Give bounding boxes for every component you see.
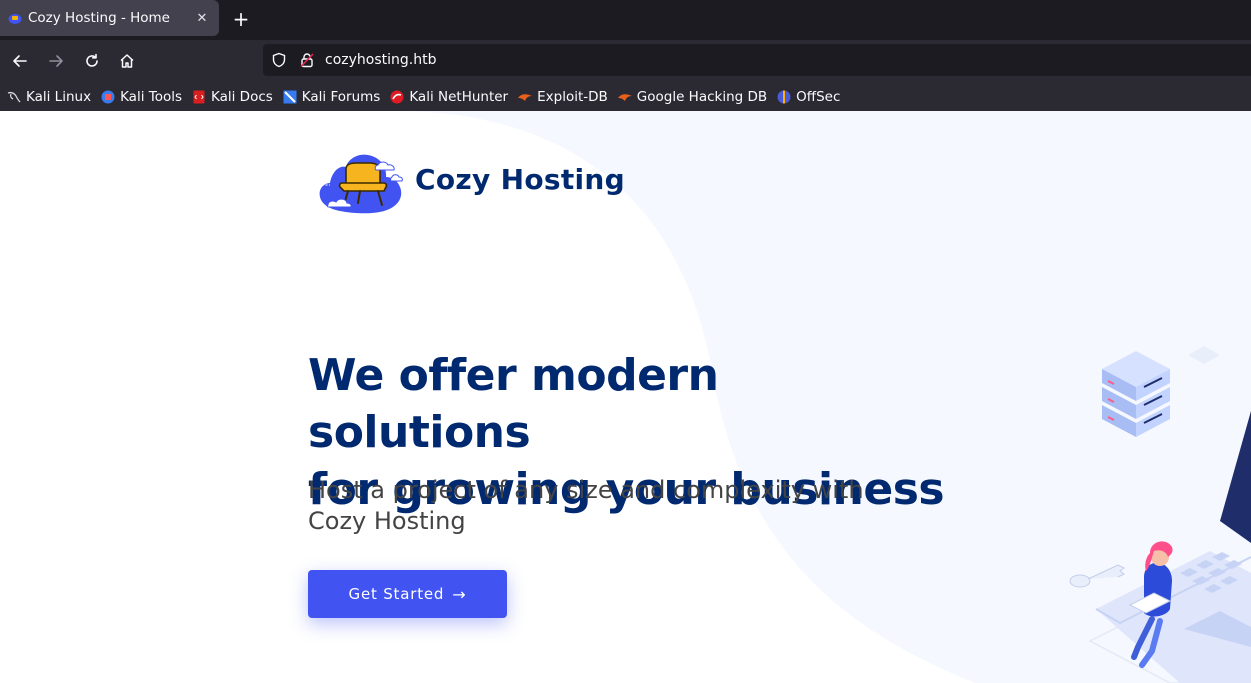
back-icon[interactable] xyxy=(5,46,35,76)
get-started-label: Get Started xyxy=(348,585,445,603)
exploit-db-icon xyxy=(517,89,533,105)
insecure-lock-icon[interactable] xyxy=(299,52,315,68)
kali-dragon-icon xyxy=(6,89,22,105)
offsec-icon xyxy=(776,89,792,105)
tracking-shield-icon[interactable] xyxy=(271,52,287,68)
kali-docs-icon xyxy=(191,89,207,105)
ghdb-icon xyxy=(617,89,633,105)
hero-illustration xyxy=(1069,346,1251,683)
hero-subtitle: Host a project of any size and complexit… xyxy=(308,476,864,535)
bookmark-google-hacking-db[interactable]: Google Hacking DB xyxy=(617,89,767,105)
web-page: Cozy Hosting We offer modern solutions f… xyxy=(0,111,1251,683)
bookmark-exploit-db[interactable]: Exploit-DB xyxy=(517,89,608,105)
cozy-favicon-icon xyxy=(8,14,22,24)
bookmark-kali-linux[interactable]: Kali Linux xyxy=(6,89,91,105)
tab-strip: Cozy Hosting - Home ✕ + xyxy=(0,0,1251,38)
nav-toolbar: cozyhosting.htb xyxy=(0,40,1251,82)
tab-title: Cozy Hosting - Home xyxy=(28,10,170,26)
key-icon xyxy=(1069,564,1125,588)
bookmark-kali-forums[interactable]: Kali Forums xyxy=(282,89,380,105)
bookmark-kali-docs[interactable]: Kali Docs xyxy=(191,89,273,105)
hero-title-line-1: We offer modern solutions xyxy=(308,350,719,458)
bookmark-kali-tools[interactable]: Kali Tools xyxy=(100,89,182,105)
home-icon[interactable] xyxy=(112,46,142,76)
url-text[interactable]: cozyhosting.htb xyxy=(325,52,436,68)
server-stack-icon xyxy=(1102,351,1170,437)
kali-forums-icon xyxy=(282,89,298,105)
new-tab-icon[interactable]: + xyxy=(229,7,253,31)
tab-cozy-hosting[interactable]: Cozy Hosting - Home ✕ xyxy=(0,0,219,36)
brand-name[interactable]: Cozy Hosting xyxy=(415,163,625,196)
cozy-hosting-logo-icon xyxy=(318,154,403,214)
bookmarks-toolbar: Kali Linux Kali Tools Kali Docs Kali For… xyxy=(0,82,1251,111)
kali-nethunter-icon xyxy=(389,89,405,105)
forward-icon[interactable] xyxy=(41,46,71,76)
bookmark-kali-nethunter[interactable]: Kali NetHunter xyxy=(389,89,508,105)
url-bar[interactable]: cozyhosting.htb xyxy=(263,44,1251,76)
arrow-right-icon: → xyxy=(452,584,467,604)
get-started-button[interactable]: Get Started → xyxy=(308,570,507,618)
bookmark-offsec[interactable]: OffSec xyxy=(776,89,840,105)
kali-tools-icon xyxy=(100,89,116,105)
tab-close-icon[interactable]: ✕ xyxy=(191,7,213,29)
reload-icon[interactable] xyxy=(77,46,107,76)
